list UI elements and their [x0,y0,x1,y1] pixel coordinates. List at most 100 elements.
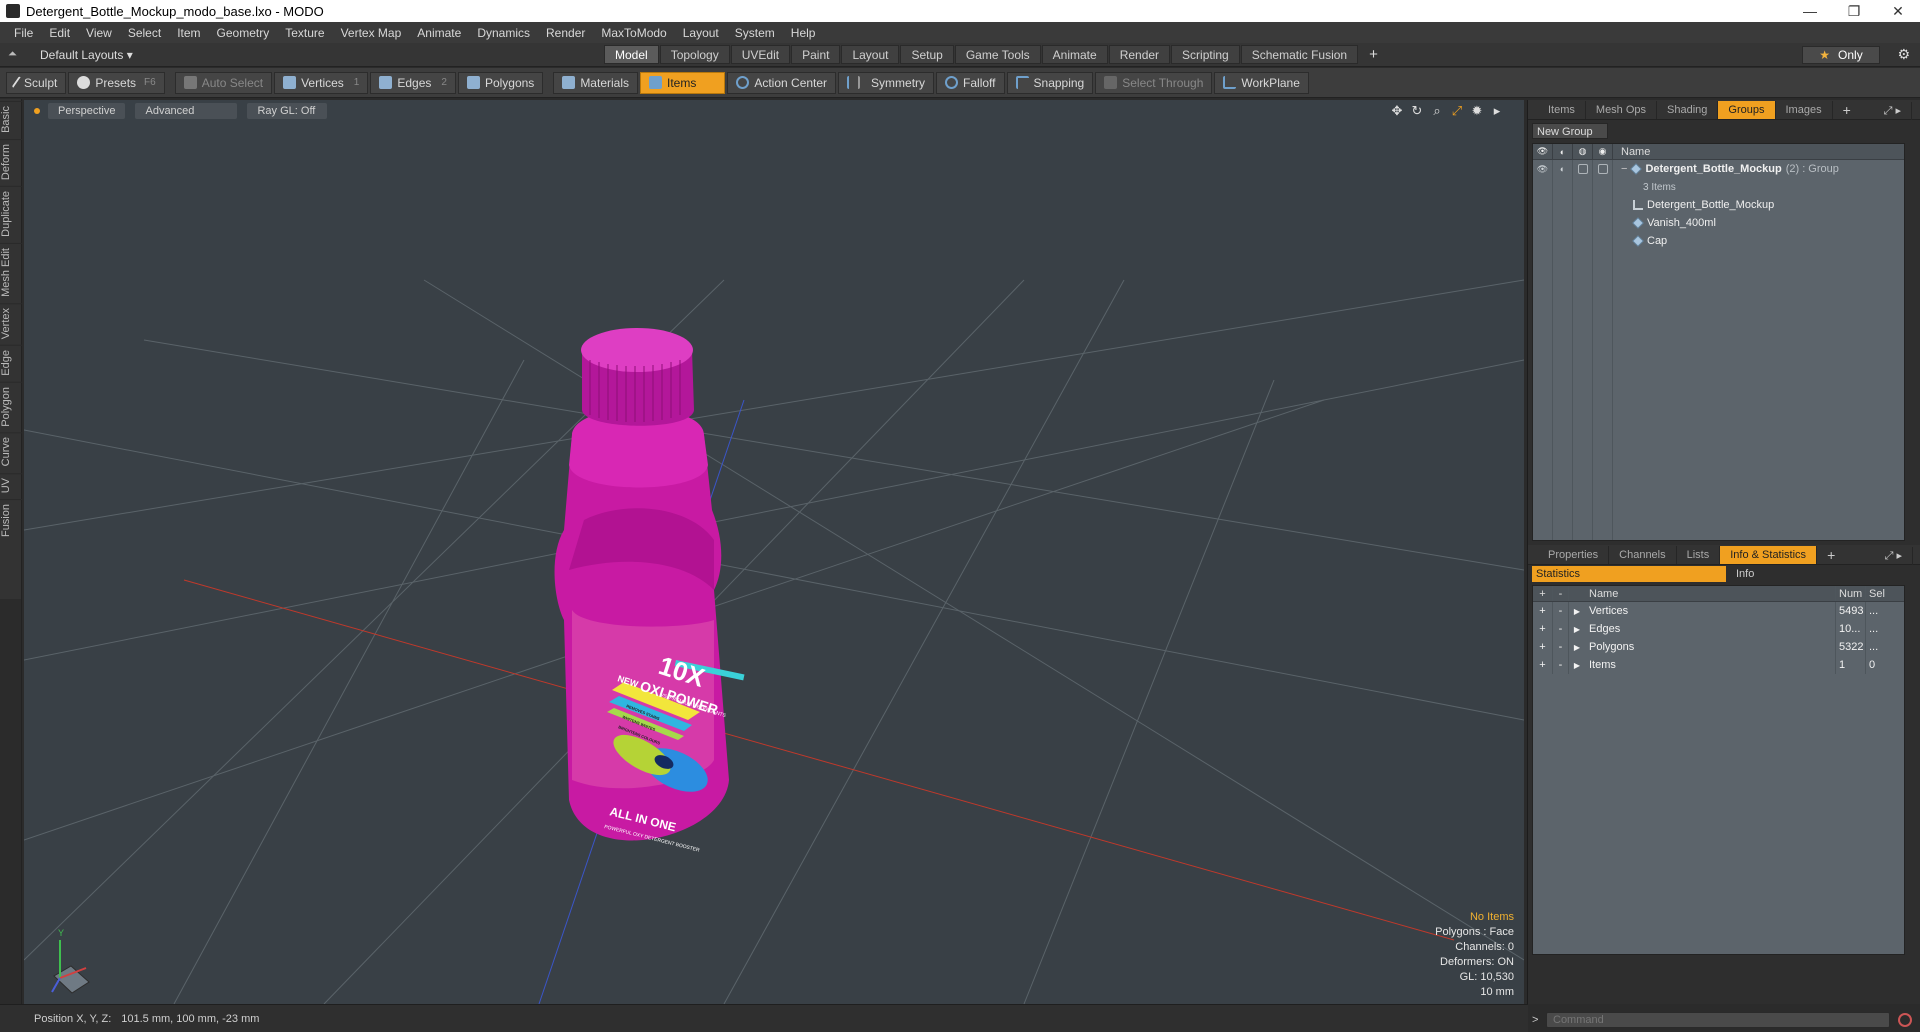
tab-animate[interactable]: Animate [1041,45,1108,64]
polygons-button[interactable]: Polygons [457,71,544,94]
tab-lists[interactable]: Lists [1677,545,1721,564]
tree-item-cap[interactable]: Cap [1533,232,1904,250]
visibility-col-icon[interactable]: 👁 [1533,143,1553,160]
menu-texture[interactable]: Texture [277,26,332,40]
snapping-button[interactable]: Snapping [1006,71,1094,94]
menu-animate[interactable]: Animate [409,26,469,40]
expand-arrow-icon[interactable]: ▶ [1569,620,1585,638]
menu-edit[interactable]: Edit [41,26,78,40]
tab-groups[interactable]: Groups [1718,100,1776,119]
tab-uv[interactable]: UV [0,472,22,498]
menu-vertex-map[interactable]: Vertex Map [333,26,410,40]
tab-curve[interactable]: Curve [0,432,22,471]
tab-vertex[interactable]: Vertex [0,302,22,343]
panel-expand-icon[interactable]: ⤢ ▸ [1875,547,1913,565]
add-panel-tab-icon[interactable]: + [1817,546,1845,564]
workplane-button[interactable]: WorkPlane [1214,71,1309,94]
action-center-button[interactable]: Action Center [727,71,837,94]
tab-basic[interactable]: Basic [0,101,22,137]
expand-arrow-icon[interactable]: ▶ [1569,638,1585,656]
auto-select-button[interactable]: Auto Select [174,71,273,94]
zoom-icon[interactable]: ⌕ [1430,103,1444,119]
row-remove-icon[interactable]: - [1553,602,1569,620]
fit-icon[interactable]: ⤢ [1450,103,1464,119]
menu-geometry[interactable]: Geometry [209,26,278,40]
symmetry-button[interactable]: Symmetry [838,71,935,94]
tab-render[interactable]: Render [1108,45,1171,64]
tab-items[interactable]: Items [1538,100,1586,119]
menu-file[interactable]: File [6,26,41,40]
row-add-icon[interactable]: + [1533,602,1553,620]
tab-deform[interactable]: Deform [0,138,22,184]
view-perspective-button[interactable]: Perspective [48,103,126,119]
tab-mesh-edit[interactable]: Mesh Edit [0,242,22,301]
row-remove-icon[interactable]: - [1553,638,1569,656]
layout-preset-dropdown[interactable]: Default Layouts ▾ [40,48,133,62]
vertices-button[interactable]: Vertices 1 [274,71,369,94]
add-tab-icon[interactable]: + [1359,45,1388,64]
expand-arrow-icon[interactable]: ▶ [1569,656,1585,674]
bottle-model[interactable]: 10X OXI POWER NEW VS. PREMIUM DETERGENTS… [554,328,745,854]
pan-icon[interactable]: ✥ [1390,103,1404,119]
row-remove-icon[interactable]: - [1553,656,1569,674]
tab-mesh-ops[interactable]: Mesh Ops [1586,100,1658,119]
subtab-info[interactable]: Info [1726,568,1754,580]
tab-topology[interactable]: Topology [659,45,730,64]
materials-button[interactable]: Materials [553,71,638,94]
lock-checkbox[interactable] [1577,164,1588,174]
viewport-more-icon[interactable]: ▸ [1490,103,1504,119]
presets-button[interactable]: Presets F6 [68,71,165,94]
tab-uvedit[interactable]: UVEdit [730,45,791,64]
menu-layout[interactable]: Layout [675,26,727,40]
tab-properties[interactable]: Properties [1538,545,1610,564]
table-row[interactable]: + - ▶ Edges 10... ... [1533,620,1904,638]
render-col-icon[interactable]: ◐ [1553,143,1573,160]
group-row[interactable]: 👁 ◐ − Detergent_Bottle_Mockup (2) : Grou… [1533,160,1904,178]
tab-fusion[interactable]: Fusion [0,499,22,542]
row-remove-icon[interactable]: - [1553,620,1569,638]
command-input[interactable] [1546,1012,1890,1028]
record-icon[interactable] [1898,1013,1912,1027]
tab-shading[interactable]: Shading [1657,100,1719,119]
select-through-button[interactable]: Select Through [1095,71,1213,94]
viewport-settings-icon[interactable]: ✹ [1470,103,1484,119]
table-row[interactable]: + - ▶ Vertices 5493 ... [1533,602,1904,620]
gear-icon[interactable]: ⚙ [1897,46,1910,63]
tab-schematic-fusion[interactable]: Schematic Fusion [1240,45,1359,64]
menu-view[interactable]: View [78,26,120,40]
menu-render[interactable]: Render [538,26,593,40]
minimize-button[interactable]: — [1788,0,1832,22]
menu-dynamics[interactable]: Dynamics [469,26,538,40]
tab-channels[interactable]: Channels [1609,545,1677,564]
row-add-icon[interactable]: + [1533,620,1553,638]
tab-layout[interactable]: Layout [841,45,900,64]
tab-game-tools[interactable]: Game Tools [954,45,1041,64]
shading-advanced-button[interactable]: Advanced [135,103,238,119]
row-add-icon[interactable]: + [1533,656,1553,674]
falloff-button[interactable]: Falloff [936,71,1005,94]
menu-select[interactable]: Select [120,26,169,40]
tab-polygon[interactable]: Polygon [0,381,22,431]
add-panel-tab-icon[interactable]: + [1833,101,1861,119]
edges-button[interactable]: Edges 2 [370,71,456,94]
layout-up-icon[interactable]: ⏶ [8,48,22,61]
menu-help[interactable]: Help [783,26,824,40]
table-row[interactable]: + - ▶ Items 1 0 [1533,656,1904,674]
select-checkbox[interactable] [1597,164,1608,174]
menu-maxtomodo[interactable]: MaxToModo [593,26,674,40]
expand-all-icon[interactable]: + [1533,586,1553,601]
tab-info-statistics[interactable]: Info & Statistics [1720,545,1818,564]
subtab-statistics[interactable]: Statistics [1532,566,1726,582]
items-button[interactable]: Items [640,71,726,94]
panel-expand-icon[interactable]: ⤢ ▸ [1874,102,1912,120]
tab-scripting[interactable]: Scripting [1171,45,1240,64]
collapse-icon[interactable]: − [1621,163,1627,175]
visibility-eye-icon[interactable]: 👁 [1533,160,1553,178]
collapse-all-icon[interactable]: - [1553,586,1569,601]
orbit-icon[interactable]: ↻ [1410,103,1424,119]
menu-item[interactable]: Item [169,26,208,40]
tab-edge[interactable]: Edge [0,344,22,380]
tab-paint[interactable]: Paint [791,45,841,64]
tree-item-mesh[interactable]: Vanish_400ml [1533,214,1904,232]
table-row[interactable]: + - ▶ Polygons 5322 ... [1533,638,1904,656]
